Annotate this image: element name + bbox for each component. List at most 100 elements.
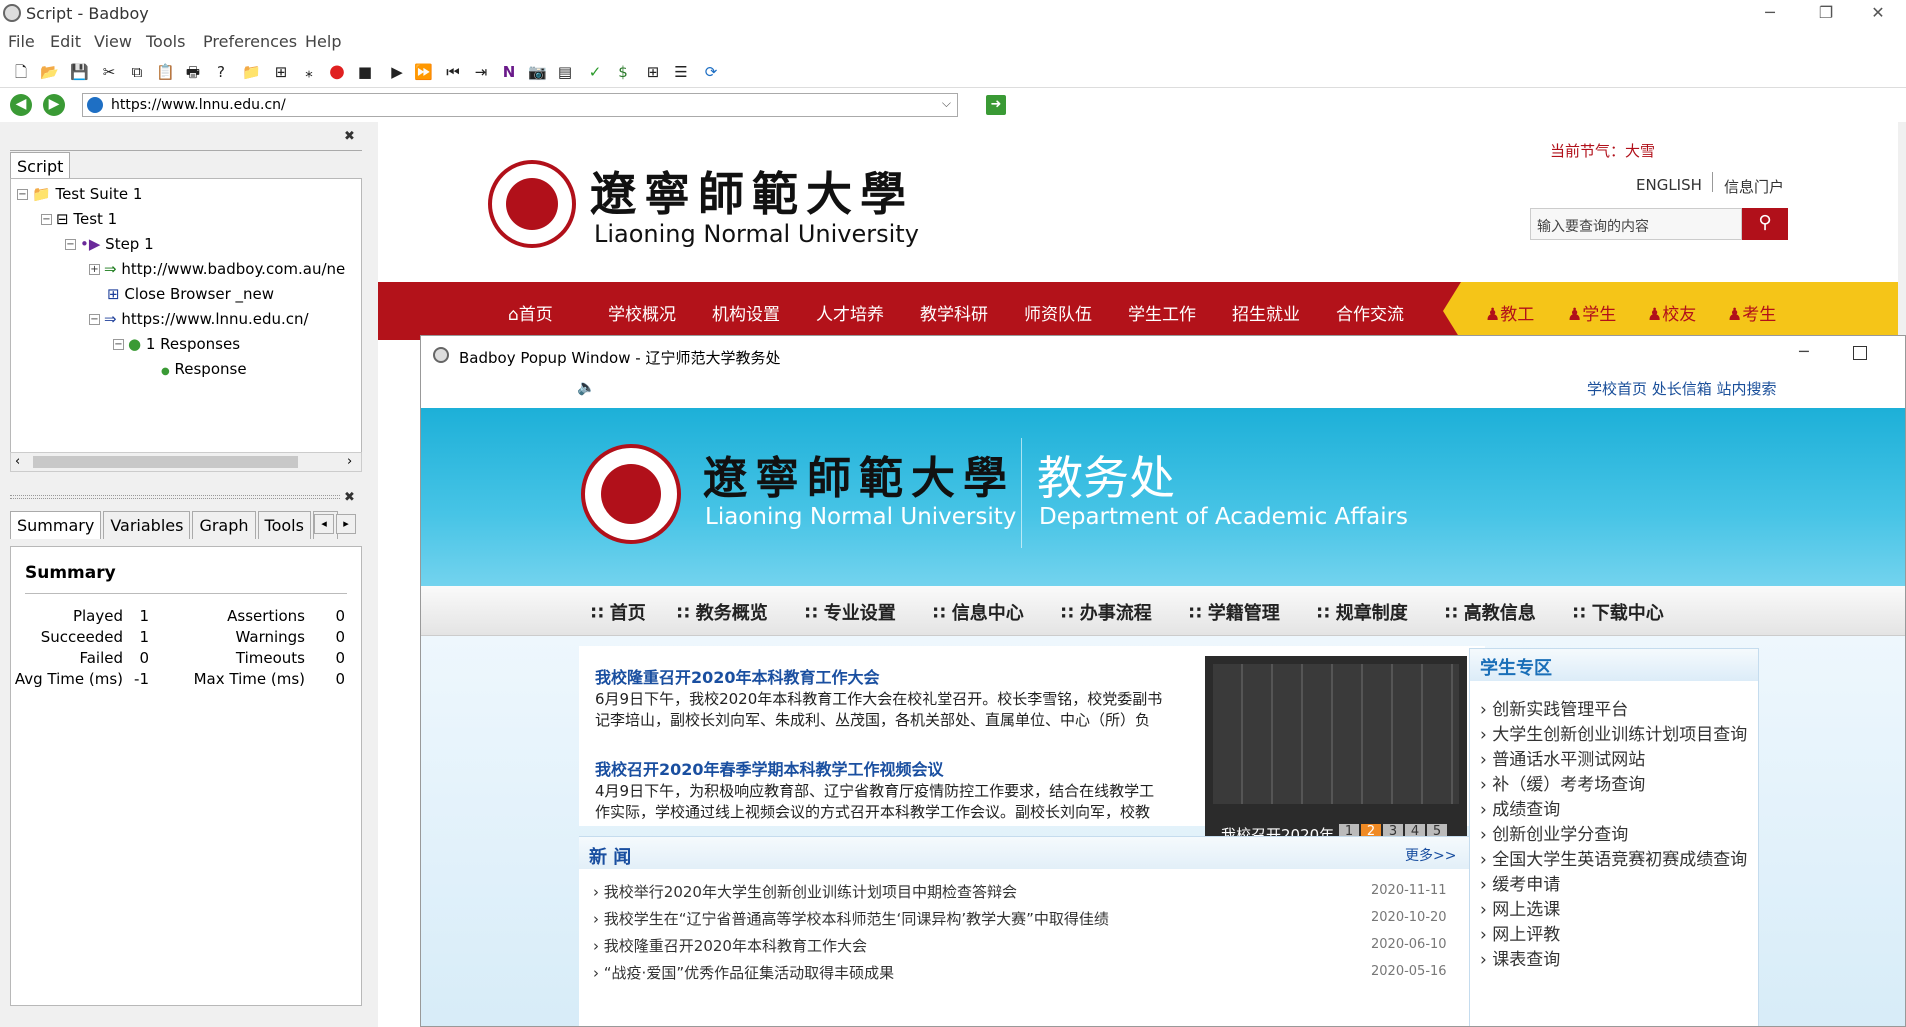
student-link[interactable]: › 全国大学生英语竞赛初赛成绩查询 [1480,845,1747,870]
tree-node-close-browser[interactable]: ⊞ Close Browser _new [107,285,274,303]
chevron-down-icon[interactable]: ⌵ [942,96,951,111]
popup-nav-info[interactable]: ∷ 信息中心 [933,599,1024,625]
stop-icon[interactable]: ■ [356,63,374,81]
screenshot-icon[interactable]: 📷 [528,63,547,81]
popup-nav-home[interactable]: ∷ 首页 [591,599,646,625]
nav-research[interactable]: 教学科研 [920,300,988,325]
url-text[interactable]: https://www.lnnu.edu.cn/ [111,97,286,113]
student-link[interactable]: › 网上评教 [1480,920,1560,945]
form-icon[interactable]: ▤ [556,63,574,81]
menu-tools[interactable]: Tools [146,32,185,51]
menu-preferences[interactable]: Preferences [203,32,297,51]
news-item[interactable]: › 我校举行2020年大学生创新创业训练计划项目中期检查答辩会 [593,881,1017,902]
forward-icon[interactable]: ▶ [43,94,65,116]
navigation-icon[interactable]: N [500,63,518,81]
paste-icon[interactable]: 📋 [156,63,175,81]
refresh-icon[interactable]: ⟳ [702,63,720,81]
nav-faculty[interactable]: 师资队伍 [1024,300,1092,325]
nav-about[interactable]: 学校概况 [608,300,676,325]
news-item[interactable]: › “战疫·爱国”优秀作品征集活动取得丰硕成果 [593,962,894,983]
tree-node-responses[interactable]: − ● 1 Responses [113,335,240,353]
menu-edit[interactable]: Edit [50,32,81,51]
popup-nav-registry[interactable]: ∷ 学籍管理 [1189,599,1280,625]
print-icon[interactable]: 🖶 [184,63,202,81]
tab-summary[interactable]: Summary [10,511,102,539]
nav-cooperation[interactable]: 合作交流 [1336,300,1404,325]
news-more-link[interactable]: 更多>> [1405,845,1456,865]
menu-help[interactable]: Help [305,32,341,51]
step-icon[interactable]: ⇥ [472,63,490,81]
popup-nav-rules[interactable]: ∷ 规章制度 [1317,599,1408,625]
close-summary-panel-icon[interactable]: ✖ [344,490,355,505]
english-link[interactable]: ENGLISH [1636,176,1702,194]
close-button[interactable]: ✕ [1850,0,1906,28]
student-link[interactable]: › 大学生创新创业训练计划项目查询 [1480,720,1747,745]
tree-node-test[interactable]: − ⊟ Test 1 [41,210,117,228]
restore-button[interactable]: ❐ [1798,0,1854,28]
nav-home[interactable]: ⌂首页 [508,300,553,325]
help-icon[interactable]: ? [212,63,230,81]
menu-view[interactable]: View [94,32,132,51]
student-link[interactable]: › 创新实践管理平台 [1480,695,1628,720]
popup-nav-majors[interactable]: ∷ 专业设置 [805,599,896,625]
student-link[interactable]: › 补（缓）考考场查询 [1480,770,1645,795]
nav-applicant[interactable]: ♟考生 [1727,300,1776,325]
portal-link[interactable]: 信息门户 [1724,176,1784,197]
assertion-icon[interactable]: ✓ [586,63,604,81]
report-icon[interactable]: ☰ [672,63,690,81]
close-script-panel-icon[interactable]: ✖ [344,129,355,144]
tree-node-suite[interactable]: − 📁 Test Suite 1 [17,185,142,203]
go-icon[interactable]: ➜ [986,95,1006,115]
play-icon[interactable]: ▶ [388,63,406,81]
headline-title-1[interactable]: 我校隆重召开2020年本科教育工作大会 [595,664,880,688]
new-icon[interactable]: 🗋 [12,63,30,81]
tab-graph[interactable]: Graph [192,511,256,539]
url-input[interactable]: https://www.lnnu.edu.cn/ ⌵ [82,93,958,117]
student-link[interactable]: › 网上选课 [1480,895,1560,920]
add-variable-icon[interactable]: ⁎ [300,63,318,81]
menu-file[interactable]: File [8,32,35,51]
popup-nav-process[interactable]: ∷ 办事流程 [1061,599,1152,625]
nav-talent[interactable]: 人才培养 [816,300,884,325]
student-link[interactable]: › 课表查询 [1480,945,1560,970]
nav-organization[interactable]: 机构设置 [712,300,780,325]
tab-script[interactable]: Script [10,152,71,180]
nav-student[interactable]: ♟学生 [1567,300,1616,325]
popup-nav-downloads[interactable]: ∷ 下载中心 [1573,599,1664,625]
add-folder-icon[interactable]: 📁 [242,63,261,81]
tab-tools[interactable]: Tools [257,511,311,539]
popup-maximize-button[interactable] [1853,346,1867,360]
variable-icon[interactable]: $ [614,63,632,81]
scroll-thumb[interactable] [33,456,298,468]
table-icon[interactable]: ⊞ [644,63,662,81]
splitter[interactable] [10,495,340,499]
student-link[interactable]: › 缓考申请 [1480,870,1560,895]
popup-minimize-button[interactable]: ─ [1799,342,1809,361]
student-link[interactable]: › 创新创业学分查询 [1480,820,1628,845]
tree-node-request-2[interactable]: − ⇒ https://www.lnnu.edu.cn/ [89,310,309,328]
popup-nav-overview[interactable]: ∷ 教务概览 [677,599,768,625]
horizontal-scrollbar[interactable]: ‹ › [10,452,362,472]
headline-title-2[interactable]: 我校召开2020年春季学期本科教学工作视频会议 [595,756,944,780]
tree-node-request-1[interactable]: + ⇒ http://www.badboy.com.au/ne [89,260,345,278]
add-item-icon[interactable]: ⊞ [272,63,290,81]
open-icon[interactable]: 📂 [40,63,59,81]
speaker-icon[interactable]: 🔈 [577,378,596,396]
popup-nav-higher-ed[interactable]: ∷ 高教信息 [1445,599,1536,625]
copy-icon[interactable]: ⧉ [128,63,146,81]
record-icon[interactable]: ● [328,63,346,81]
tree-node-response[interactable]: ● Response [161,360,247,378]
tab-variables[interactable]: Variables [103,511,191,539]
nav-staff[interactable]: ♟教工 [1485,300,1534,325]
tree-node-step[interactable]: − •▶ Step 1 [65,235,154,253]
cut-icon[interactable]: ✂ [100,63,118,81]
news-item[interactable]: › 我校学生在“辽宁省普通高等学校本科师范生‘同课异构’教学大赛”中取得佳绩 [593,908,1109,929]
news-item[interactable]: › 我校隆重召开2020年本科教育工作大会 [593,935,867,956]
nav-students[interactable]: 学生工作 [1128,300,1196,325]
scroll-left-icon[interactable]: ‹ [15,454,20,469]
tab-scroll-left-icon[interactable]: ◂ [314,514,334,534]
scroll-right-icon[interactable]: › [347,454,352,469]
site-search-input[interactable]: 输入要查询的内容 [1530,208,1742,240]
student-link[interactable]: › 成绩查询 [1480,795,1560,820]
top-links[interactable]: 学校首页 处长信箱 站内搜索 [1587,378,1777,399]
